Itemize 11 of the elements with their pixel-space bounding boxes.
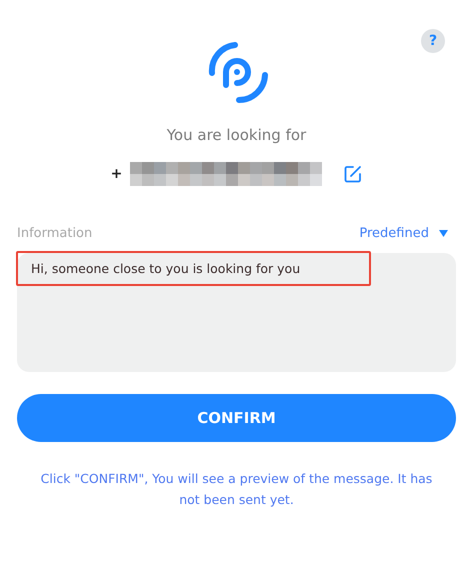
message-text: Hi, someone close to you is looking for you [16,251,371,286]
information-label: Information [17,226,92,241]
help-button[interactable]: ? [421,29,445,53]
edit-icon[interactable] [344,165,362,183]
message-field[interactable]: Hi, someone close to you is looking for you [17,253,456,372]
phone-prefix: + [110,166,122,182]
predefined-dropdown[interactable]: Predefined [359,226,456,241]
heading: You are looking for [166,126,306,144]
confirm-button[interactable]: CONFIRM [17,394,456,442]
caret-icon [439,230,448,237]
preview-note: Click "CONFIRM", You will see a preview of the message. It has not been sent yet. [40,470,434,509]
